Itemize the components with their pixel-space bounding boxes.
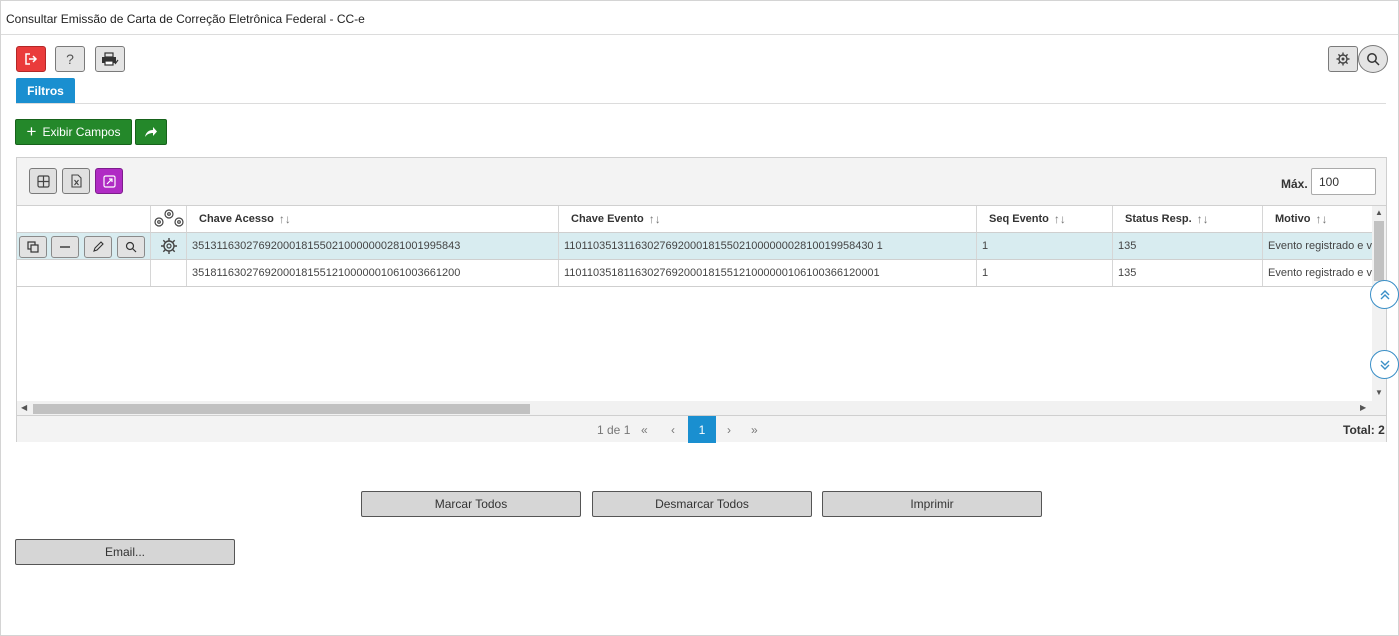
page-1-button[interactable]: 1 [688,416,716,443]
share-button[interactable] [135,119,167,145]
exit-button[interactable] [16,46,46,72]
cell-chave-evento: 1101103518116302769200018155121000000106… [559,260,977,286]
first-page-button[interactable]: « [641,423,648,437]
max-label: Máx. [1281,177,1308,191]
header-actions [17,206,151,233]
grid-panel: Máx. Chave Acesso↑↓ Chave Evento↑↓ Seq E… [16,157,1387,443]
cell-seq-evento: 1 [977,260,1113,286]
plus-icon: + [26,122,37,141]
pencil-icon [93,241,104,252]
printer-icon [102,52,119,66]
grid-icon [36,174,50,188]
header-chave-acesso[interactable]: Chave Acesso ↑↓ [187,206,559,233]
scroll-down-arrow[interactable]: ▼ [1375,388,1383,397]
sort-icon: ↑↓ [1315,212,1328,226]
settings-button[interactable] [1328,46,1358,72]
cell-status-resp: 135 [1113,260,1263,286]
header-status-resp[interactable]: Status Resp. ↑↓ [1113,206,1263,233]
cell-chave-acesso: 3513116302769200018155021000000028100199… [187,233,559,259]
grid-layout-button[interactable] [29,168,57,194]
cell-chave-evento: 1101103513116302769200018155021000000028… [559,233,977,259]
scroll-bottom-button[interactable] [1370,350,1399,379]
gear-icon [160,238,177,254]
vertical-scroll-thumb[interactable] [1374,221,1384,281]
row-actions [17,260,151,286]
cell-seq-evento: 1 [977,233,1113,259]
expand-icon [102,174,116,188]
scroll-right-arrow[interactable]: ▶ [1360,403,1366,412]
search-icon [125,241,137,253]
horizontal-scroll-thumb[interactable] [33,404,530,414]
expand-button[interactable] [95,168,123,194]
double-chevron-up-icon [1380,289,1389,299]
table-row[interactable]: 3518116302769200018155121000000106100366… [17,260,1373,287]
exibir-campos-button[interactable]: + Exibir Campos [15,119,132,145]
copy-icon [27,241,39,253]
cell-motivo: Evento registrado e vinculado a NF-e [1268,240,1373,252]
cell-chave-acesso: 3518116302769200018155121000000106100366… [187,260,559,286]
row-config[interactable] [151,233,187,259]
tab-divider [16,103,1386,104]
imprimir-button[interactable]: Imprimir [822,491,1042,517]
view-button[interactable] [117,236,145,258]
tab-filtros[interactable]: Filtros [16,78,75,103]
exibir-campos-label: Exibir Campos [42,125,121,139]
max-input[interactable] [1311,168,1376,195]
gear-icon [1336,52,1350,66]
share-arrow-icon [145,127,157,137]
email-button[interactable]: Email... [15,539,235,565]
app-window: Consultar Emissão de Carta de Correção E… [0,0,1399,636]
scroll-left-arrow[interactable]: ◀ [21,403,27,412]
header-chave-evento[interactable]: Chave Evento ↑↓ [559,206,977,233]
last-page-button[interactable]: » [751,423,758,437]
sort-icon: ↑↓ [648,212,661,226]
exit-icon [25,53,38,65]
help-button[interactable]: ? [55,46,85,72]
next-page-button[interactable]: › [727,423,731,437]
excel-file-icon [70,174,82,188]
header-motivo[interactable]: Motivo ↑↓ [1263,206,1373,233]
total-count: Total: 2 [1343,423,1385,437]
prev-page-button[interactable]: ‹ [671,423,675,437]
header-config[interactable] [151,206,187,233]
horizontal-scrollbar[interactable]: ◀ ▶ [17,401,1386,415]
export-excel-button[interactable] [62,168,90,194]
data-table: Chave Acesso ↑↓ Chave Evento ↑↓ Seq Evento… [17,205,1386,415]
cell-motivo: Evento registrado e vinculado a NF-e [1268,267,1373,279]
gears-icon [153,209,184,227]
sort-icon: ↑↓ [1053,212,1066,226]
cell-status-resp: 135 [1113,233,1263,259]
copy-button[interactable] [19,236,47,258]
sort-icon: ↑↓ [1196,212,1209,226]
marcar-todos-button[interactable]: Marcar Todos [361,491,581,517]
header-seq-evento[interactable]: Seq Evento ↑↓ [977,206,1113,233]
remove-button[interactable] [51,236,79,258]
edit-button[interactable] [84,236,112,258]
page-info: 1 de 1 [597,423,631,437]
table-row[interactable]: 3513116302769200018155021000000028100199… [17,233,1373,260]
page-title: Consultar Emissão de Carta de Correção E… [6,12,365,26]
print-button[interactable] [95,46,125,72]
minus-icon [60,246,70,248]
search-icon [1367,53,1380,66]
scroll-top-button[interactable] [1370,280,1399,309]
desmarcar-todos-button[interactable]: Desmarcar Todos [592,491,812,517]
double-chevron-down-icon [1380,360,1389,370]
row-config [151,260,187,286]
sort-icon: ↑↓ [278,212,291,226]
pager: 1 de 1 « ‹ 1 › » Total: 2 [17,415,1386,443]
title-bar: Consultar Emissão de Carta de Correção E… [1,1,1398,35]
row-actions [17,233,151,259]
search-button[interactable] [1358,45,1388,73]
scroll-up-arrow[interactable]: ▲ [1375,208,1383,217]
